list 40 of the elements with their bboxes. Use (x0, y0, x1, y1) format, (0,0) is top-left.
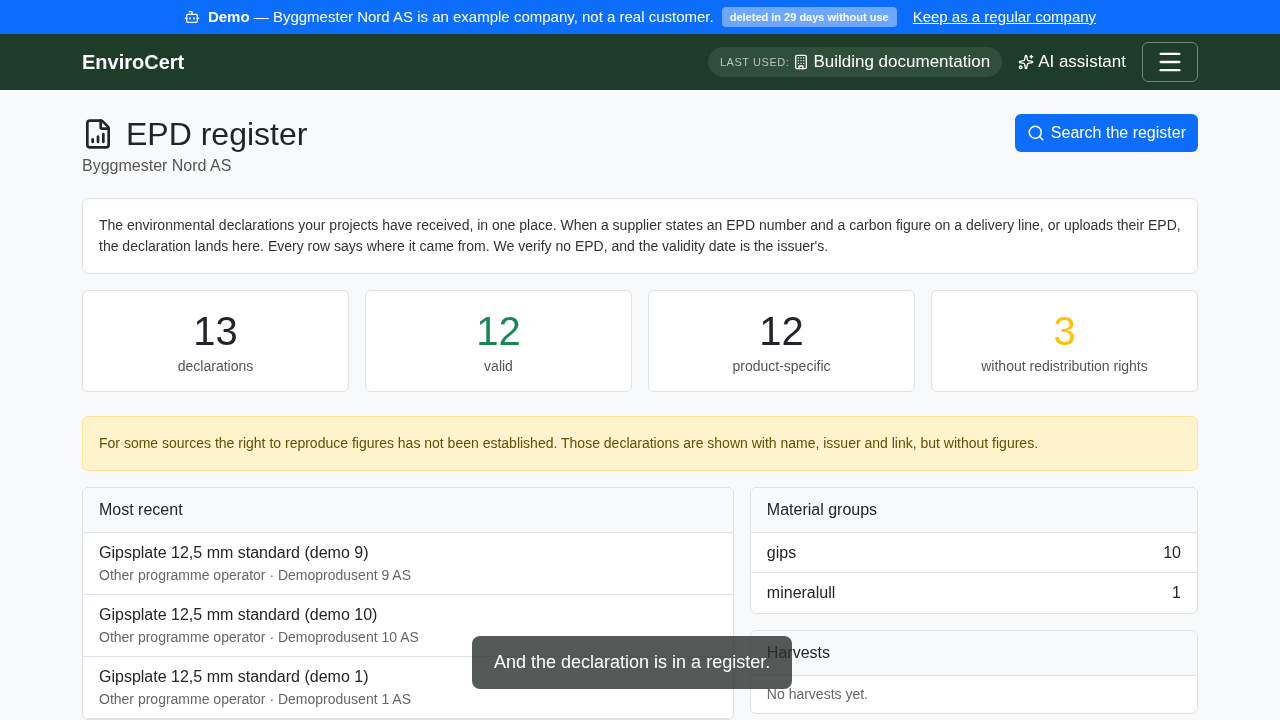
declaration-name: Gipsplate 12,5 mm standard (demo 10) (99, 605, 379, 625)
demo-message: Demo — Byggmester Nord AS is an example company, not a real customer. (207, 6, 714, 27)
search-button[interactable]: Search the register (1014, 114, 1198, 152)
search-icon (1026, 124, 1045, 142)
declaration-name: Gipsplate 12,5 mm standard (demo 9) (99, 543, 370, 563)
declaration-item[interactable]: Gipsplate 12,5 mm standard (demo 9) Other programme operator · Demoprodusent 9 AS (83, 533, 733, 595)
stat-label: declarations (177, 356, 254, 376)
page-title: EPD register (126, 115, 308, 154)
last-used-label: LAST USED: (719, 54, 790, 70)
menu-button[interactable] (1142, 42, 1198, 82)
declaration-meta: Other programme operator · Demoprodusent 1 AS (99, 690, 413, 709)
group-count: 1 (1172, 583, 1181, 603)
group-count: 10 (1163, 542, 1181, 563)
stat-label: without redistribution rights (981, 356, 1148, 376)
last-used-page: Building documentation (813, 51, 991, 74)
warning-alert: For some sources the right to reproduce figures has not been established. Those declarations are shown with name, issuer and link, but without figures. (82, 416, 1198, 471)
stat-value: 12 (476, 307, 521, 355)
intro-text: The environmental declarations your projects have received, in one place. When a supplier states an EPD number and a carbon figure on a delivery line, or uploads their EPD, the declaration lands here. Every row says where it came from. We verify no EPD, and the validity date is the issuer's. (99, 216, 1181, 256)
building-icon (793, 54, 810, 70)
stat-label: valid (484, 356, 513, 376)
card-header: Material groups (750, 488, 1197, 533)
stat-value: 13 (193, 307, 238, 355)
group-name: gips (766, 542, 797, 563)
robot-icon (183, 9, 200, 25)
ai-assistant-link[interactable]: AI assistant (1018, 49, 1126, 75)
group-name: mineralull (766, 583, 836, 603)
keep-company-link[interactable]: Keep as a regular company (912, 5, 1097, 29)
declaration-meta: Other programme operator · Demoprodusent 9 AS (99, 566, 413, 585)
stat-value: 12 (759, 307, 804, 355)
stat-label: product-specific (732, 356, 831, 376)
expiry-badge: deleted in 29 days without use (721, 6, 897, 28)
company-name: Byggmester Nord AS (82, 156, 233, 176)
declaration-name: Gipsplate 12,5 mm standard (demo 1) (99, 667, 370, 687)
sparkle-icon (1018, 54, 1035, 70)
last-used-pill[interactable]: LAST USED: Building documentation (707, 47, 1003, 77)
brand-logo[interactable]: EnviroCert (82, 48, 185, 76)
declaration-meta: Other programme operator · Demoprodusent 10 AS (99, 628, 420, 647)
empty-message: No harvests yet. (765, 685, 869, 704)
stat-value: 3 (1053, 307, 1076, 355)
card-header: Most recent (83, 488, 733, 533)
